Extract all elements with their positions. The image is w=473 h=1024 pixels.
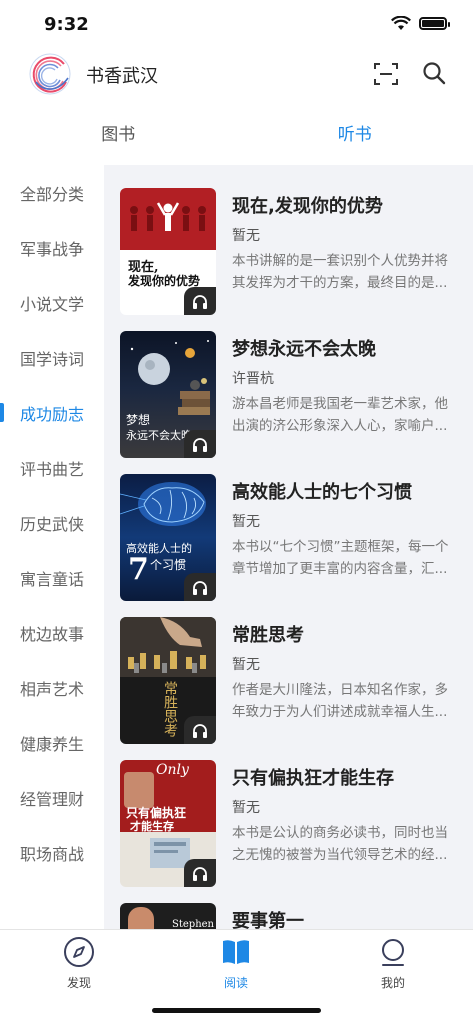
app-header: 书香武汉: [0, 48, 473, 100]
sidebar-item-all[interactable]: 全部分类: [0, 165, 104, 220]
cover-author-text: Stephen: [172, 919, 214, 929]
book-description: 本书是公认的商务必读书，同时也当之无愧的被誉为当代领导艺术的经...: [232, 825, 448, 863]
book-author: 暂无: [232, 657, 260, 673]
figures-illustration: [130, 202, 206, 231]
home-indicator: [152, 1008, 321, 1013]
sidebar-item-classics[interactable]: 国学诗词: [0, 330, 104, 385]
book-title: 只有偏执狂才能生存: [232, 768, 394, 789]
battery-icon: [419, 17, 450, 30]
book-icon: [223, 940, 249, 964]
nav-read[interactable]: 阅读: [196, 936, 276, 991]
status-icons: [391, 16, 450, 31]
brain-illustration: [120, 482, 206, 526]
app-logo: [29, 53, 71, 95]
book-title: 梦想永远不会太晚: [232, 339, 376, 360]
sidebar-item-health[interactable]: 健康养生: [0, 715, 104, 770]
book-list: 现在, 发现你的优势 现在,发现你的优势 暂无 本书讲解的是一套识别个人优势并将…: [104, 165, 473, 929]
headphone-icon: [184, 573, 216, 601]
wifi-icon: [391, 16, 411, 30]
tab-audiobooks[interactable]: 听书: [237, 110, 473, 154]
sidebar-item-history[interactable]: 历史武侠: [0, 495, 104, 550]
book-description: 本书以“七个习惯”主题框架，每一个章节增加了更丰富的内容含量，汇...: [232, 539, 449, 577]
cover-badge: [150, 838, 190, 868]
book-item[interactable]: 现在, 发现你的优势 现在,发现你的优势 暂无 本书讲解的是一套识别个人优势并将…: [120, 188, 458, 315]
book-description: 本书讲解的是一套识别个人优势并将其发挥为才干的方案，最终目的是...: [232, 253, 448, 291]
sidebar-item-success[interactable]: 成功励志: [0, 385, 104, 440]
nav-mine[interactable]: 我的: [353, 936, 433, 991]
cover-title-line: 梦想: [126, 413, 151, 427]
book-description: 游本昌老师是我国老一辈艺术家，他出演的济公形象深入人心，家喻户...: [232, 396, 448, 434]
top-tabs: 图书 听书: [0, 110, 473, 154]
nav-label: 我的: [380, 976, 405, 990]
chess-illustration: [120, 617, 216, 677]
book-author: 暂无: [232, 228, 260, 244]
cover-title-line: 永远不会太晚: [126, 429, 192, 442]
sidebar-item-military[interactable]: 军事战争: [0, 220, 104, 275]
cover-title-line: Only: [156, 762, 189, 778]
book-item[interactable]: Stephen 要事第一: [120, 903, 458, 929]
cover-number: 7: [128, 552, 149, 587]
search-icon[interactable]: [421, 60, 447, 86]
book-cover: 常胜思考: [120, 617, 216, 744]
content-area: 全部分类 军事战争 小说文学 国学诗词 成功励志 评书曲艺 历史武侠 寓言童话 …: [0, 165, 473, 929]
book-title: 常胜思考: [232, 625, 304, 646]
sidebar-item-business[interactable]: 职场商战: [0, 825, 104, 880]
portrait-illustration: [124, 772, 154, 808]
tab-books[interactable]: 图书: [0, 110, 237, 154]
book-cover: 高效能人士的 7 个习惯: [120, 474, 216, 601]
sidebar-item-bedtime[interactable]: 枕边故事: [0, 605, 104, 660]
cover-title-line: 才能生存: [130, 820, 174, 833]
cover-title-line: 个习惯: [150, 558, 187, 572]
book-title: 要事第一: [232, 911, 304, 929]
sidebar-item-crosstalk[interactable]: 相声艺术: [0, 660, 104, 715]
book-item[interactable]: 常胜思考 常胜思考 暂无 作者是大川隆法，日本知名作家，多年致力于为人们讲述成就…: [120, 617, 458, 744]
portrait-illustration: [128, 907, 154, 929]
book-cover: Stephen: [120, 903, 216, 929]
compass-icon: [64, 937, 94, 967]
book-cover: 梦想 永远不会太晚: [120, 331, 216, 458]
book-title: 高效能人士的七个习惯: [232, 482, 412, 503]
headphone-icon: [184, 287, 216, 315]
headphone-icon: [184, 859, 216, 887]
book-title: 现在,发现你的优势: [232, 196, 383, 217]
status-bar: 9:32: [0, 0, 473, 48]
nav-label: 发现: [66, 976, 91, 990]
book-author: 暂无: [232, 514, 260, 530]
book-description: 作者是大川隆法，日本知名作家，多年致力于为人们讲述成就幸福人生...: [232, 682, 448, 720]
sidebar-item-fiction[interactable]: 小说文学: [0, 275, 104, 330]
sidebar-item-storytelling[interactable]: 评书曲艺: [0, 440, 104, 495]
book-item[interactable]: Only 只有偏执狂 才能生存 只有偏执狂才能生存 暂无 本书是公认的商务必读书…: [120, 760, 458, 887]
category-sidebar: 全部分类 军事战争 小说文学 国学诗词 成功励志 评书曲艺 历史武侠 寓言童话 …: [0, 165, 104, 929]
status-time: 9:32: [44, 14, 89, 35]
sidebar-item-finance[interactable]: 经管理财: [0, 770, 104, 825]
nav-label: 阅读: [223, 976, 248, 990]
book-item[interactable]: 梦想 永远不会太晚 梦想永远不会太晚 许晋杭 游本昌老师是我国老一辈艺术家，他出…: [120, 331, 458, 458]
cover-title-line: 常胜思考: [162, 681, 178, 737]
book-item[interactable]: 高效能人士的 7 个习惯 高效能人士的七个习惯 暂无 本书以“七个习惯”主题框架…: [120, 474, 458, 601]
book-author: 暂无: [232, 800, 260, 816]
scan-icon[interactable]: [373, 61, 399, 87]
user-icon: [382, 939, 404, 966]
book-cover: 现在, 发现你的优势: [120, 188, 216, 315]
headphone-icon: [184, 716, 216, 744]
nav-discover[interactable]: 发现: [39, 936, 119, 991]
book-author: 许晋杭: [232, 371, 274, 387]
book-cover: Only 只有偏执狂 才能生存: [120, 760, 216, 887]
headphone-icon: [184, 430, 216, 458]
sidebar-item-fables[interactable]: 寓言童话: [0, 550, 104, 605]
cover-title-line: 发现你的优势: [128, 274, 201, 288]
app-title: 书香武汉: [86, 66, 158, 87]
